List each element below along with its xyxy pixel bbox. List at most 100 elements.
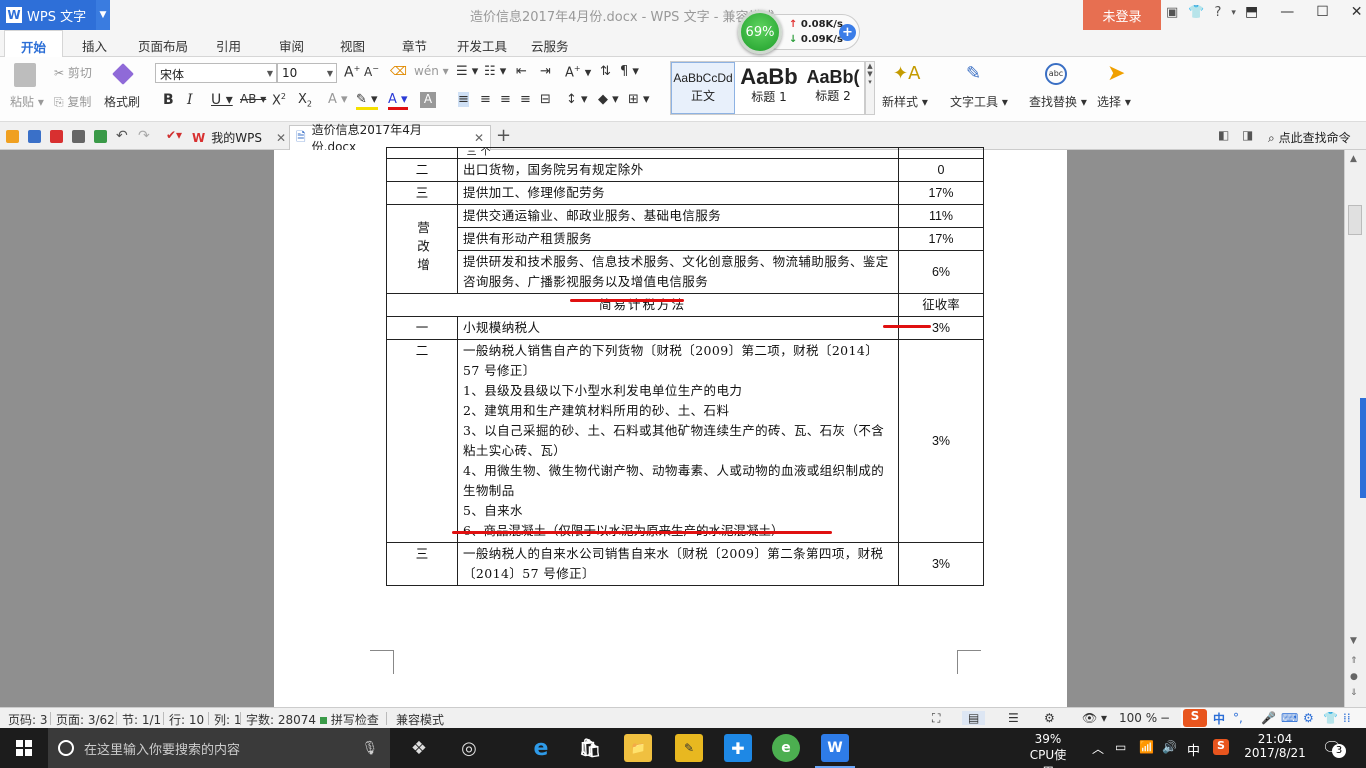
text-effect-icon[interactable]: A ▾ [328,92,348,107]
decrease-indent-icon[interactable]: ⇤ [516,64,527,79]
side-panel-toggle[interactable] [1360,398,1366,498]
grow-font-icon[interactable]: A+ [344,64,360,81]
sogou-tray-icon[interactable]: S [1213,739,1229,755]
shrink-font-icon[interactable]: A− [364,64,379,79]
paste-button[interactable]: 粘贴 ▾ [10,93,44,110]
tab-cloud[interactable]: 云服务 [531,36,569,55]
tab-insert[interactable]: 插入 [82,36,107,55]
sogou-ime-icon[interactable]: S [1183,709,1207,727]
save-icon[interactable] [28,130,41,143]
wps-app-menu-button[interactable]: W WPS 文字 ▼ [0,0,110,30]
phonetic-icon[interactable]: wén ▾ [414,64,449,78]
page-view-icon[interactable]: ▤ [962,711,986,725]
close-icon[interactable]: ✕ [276,131,286,145]
minimize-button[interactable]: — [1280,4,1294,20]
line-spacing-icon[interactable]: ↕ ▾ [566,92,588,107]
collab-icon[interactable]: ◧ [1218,128,1229,142]
tab-references[interactable]: 引用 [216,36,241,55]
zoom-level[interactable]: 100 % [1119,711,1157,725]
char-shading-icon[interactable]: A [420,92,436,108]
bold-icon[interactable]: B [163,92,174,108]
shading-icon[interactable]: ◆ ▾ [598,92,619,107]
tab-view[interactable]: 视图 [340,36,365,55]
vertical-scrollbar[interactable]: ▲ ▼ ⇑ ● ⇓ [1344,150,1366,707]
keyboard-icon[interactable]: ⌨ [1281,711,1298,725]
login-button[interactable]: 未登录 [1083,0,1161,30]
360-browser-icon[interactable]: e [772,734,800,762]
ime-mode-chinese[interactable]: 中 [1213,710,1225,727]
superscript-icon[interactable]: X2 [272,92,286,108]
close-icon[interactable]: ✕ [474,131,484,145]
volume-icon[interactable]: 🔊 [1162,740,1177,768]
notification-center[interactable]: 🗨 3 [1322,738,1346,758]
battery-icon[interactable]: ▭ [1115,740,1126,768]
show-marks-icon[interactable]: ¶ ▾ [620,64,639,79]
align-center-icon[interactable]: ≡ [480,92,491,107]
tab-my-wps[interactable]: W 我的WPS ✕ [186,125,292,150]
select-browse-icon[interactable]: ● [1350,672,1358,682]
input-language[interactable]: 中 [1187,740,1200,768]
full-screen-icon[interactable]: ⛶ [932,711,940,726]
style-gallery-scroll[interactable]: ▲ ▼ ▾ [865,61,875,115]
copy-button[interactable]: ⎘ 复制 [54,93,91,110]
sort-icon[interactable]: ⇅ [600,64,611,79]
export-pdf-icon[interactable] [50,130,63,143]
status-page[interactable]: 页面: 3/62 [56,711,115,728]
align-right-icon[interactable]: ≡ [500,92,511,107]
restore-ribbon-icon[interactable]: ⬒ [1245,4,1258,20]
close-button[interactable]: ✕ [1351,4,1363,20]
microphone-icon[interactable]: 🎙 [361,741,378,756]
tab-review[interactable]: 审阅 [279,36,304,55]
maximize-button[interactable]: ☐ [1316,4,1329,20]
memory-gauge[interactable]: 69% [738,10,782,54]
find-replace-button[interactable]: 查找替换 ▾ [1029,93,1087,110]
borders-icon[interactable]: ⊞ ▾ [628,92,650,107]
store-icon[interactable]: 🛍 [576,734,604,762]
zoom-out-icon[interactable]: − [1160,711,1170,725]
wifi-icon[interactable]: 📶 [1139,740,1154,768]
help-icon[interactable]: ? [1214,5,1221,20]
chevron-down-icon[interactable]: ▼ [96,0,110,30]
document-page[interactable]: 三 个 二 出口货物，国务院另有规定除外 0 三 提供加工、修理修配劳务 17%… [274,147,1067,707]
plus-icon[interactable]: + [839,24,856,41]
undo-icon[interactable]: ↶ [116,128,128,144]
shirt-icon[interactable]: 👕 [1188,5,1204,20]
notes-app-icon[interactable]: ✎ [675,734,703,762]
chinese-layout-icon[interactable]: A+ ▾ [565,64,591,80]
status-word-count[interactable]: 字数: 28074 [246,711,316,728]
bullet-list-icon[interactable]: ☰ ▾ [456,64,478,79]
quick-access-more-icon[interactable]: ✔▾ [166,128,182,142]
next-page-icon[interactable]: ⇓ [1350,688,1358,698]
plus-app-icon[interactable]: ✚ [724,734,752,762]
justify-icon[interactable]: ≡ [520,92,531,107]
text-tools-button[interactable]: 文字工具 ▾ [950,93,1008,110]
print-icon[interactable] [72,130,85,143]
tab-developer[interactable]: 开发工具 [457,36,507,55]
reading-mode-icon[interactable]: 👁 ▾ [1082,711,1107,725]
increase-indent-icon[interactable]: ⇥ [540,64,551,79]
tab-chapter[interactable]: 章节 [402,36,427,55]
prev-page-icon[interactable]: ⇑ [1350,656,1358,666]
highlight-icon[interactable]: ✎ ▾ [356,92,378,110]
style-heading-2[interactable]: AaBb( 标题 2 [801,62,865,114]
tab-page-layout[interactable]: 页面布局 [138,36,188,55]
share-icon[interactable]: ◨ [1242,128,1253,142]
italic-icon[interactable]: I [187,92,193,108]
new-style-button[interactable]: 新样式 ▾ [882,93,928,110]
format-painter-button[interactable]: 格式刷 [104,93,140,110]
distributed-icon[interactable]: ⊟ [540,92,551,107]
font-name-select[interactable]: 宋体 ▼ [155,63,277,83]
punct-icon[interactable]: °, [1233,711,1243,725]
clock[interactable]: 21:04 2017/8/21 [1244,728,1306,768]
chevron-down-icon[interactable]: ▾ [1231,8,1236,20]
open-folder-icon[interactable] [6,130,19,143]
font-color-icon[interactable]: A ▾ [388,92,408,110]
underline-icon[interactable]: U ▾ [211,92,233,108]
wps-writer-taskbar-icon[interactable]: W [821,734,849,762]
font-size-select[interactable]: 10 ▼ [277,63,337,83]
grid-icon[interactable]: ⁞⁞ [1343,711,1351,725]
web-view-icon[interactable]: ⚙ [1044,711,1055,725]
subscript-icon[interactable]: X2 [298,92,312,109]
strikethrough-icon[interactable]: AB ▾ [240,92,266,106]
tab-home[interactable]: 开始 [4,30,64,58]
